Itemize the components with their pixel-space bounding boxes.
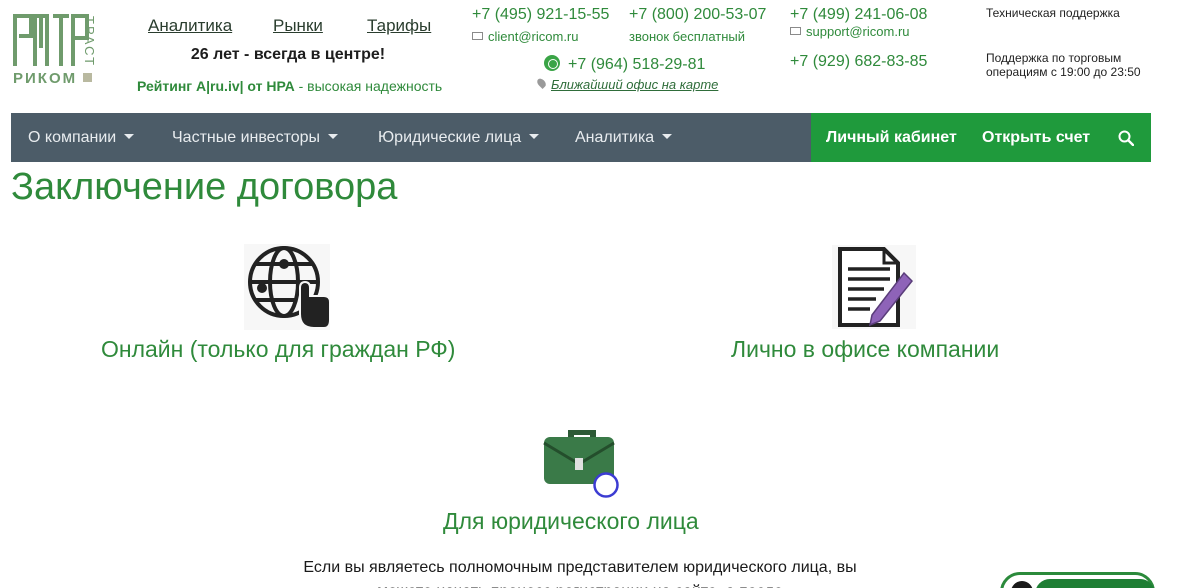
email-support[interactable]: support@ricom.ru: [790, 24, 910, 39]
nav-analytics-label: Аналитика: [575, 129, 655, 146]
main-navbar: О компании Частные инвесторы Юридические…: [11, 113, 1151, 162]
trade-support-line-1: Поддержка по торговым: [986, 51, 1122, 65]
nav-about-label: О компании: [28, 129, 117, 146]
rating-value: Рейтинг A|ru.iv| от НРА: [137, 78, 295, 94]
whatsapp-icon: [544, 55, 560, 71]
rating-line[interactable]: Рейтинг A|ru.iv| от НРА - высокая надежн…: [137, 78, 442, 94]
card-legal-link[interactable]: Для юридического лица: [443, 508, 699, 535]
caret-down-icon: [662, 134, 673, 139]
map-pin-icon: [535, 76, 548, 90]
email-client-text: client@ricom.ru: [488, 29, 579, 44]
globe-touch-icon[interactable]: [244, 244, 330, 330]
phone-whatsapp-text: +7 (964) 518-29-81: [568, 56, 706, 73]
phone-free-note: звонок бесплатный: [629, 29, 745, 44]
email-support-text: support@ricom.ru: [806, 24, 910, 39]
nav-legal-entities-label: Юридические лица: [378, 129, 522, 146]
phone-trade[interactable]: +7 (929) 682-83-85: [790, 53, 927, 71]
site-header: ТРАСТ РИКОМ Аналитика Рынки Тарифы 26 ле…: [0, 0, 1198, 113]
briefcase-icon[interactable]: [542, 424, 622, 500]
nav-analytics[interactable]: Аналитика: [575, 113, 673, 162]
card-online-link[interactable]: Онлайн (только для граждан РФ): [101, 336, 455, 363]
caret-down-icon: [529, 134, 540, 139]
mail-icon: [472, 32, 483, 40]
nav-private-investors-label: Частные инвесторы: [172, 129, 321, 146]
caret-down-icon: [124, 134, 135, 139]
phone-support[interactable]: +7 (499) 241-06-08: [790, 6, 927, 24]
intro-text: Если вы являетесь полномочным представит…: [303, 559, 857, 588]
nav-account-area: Личный кабинет Открыть счет: [811, 113, 1151, 162]
logo-side-text: ТРАСТ: [82, 16, 97, 67]
open-account-button[interactable]: Открыть счет: [982, 113, 1090, 162]
trade-support-label: Поддержка по торговым операциям с 19:00 …: [986, 51, 1141, 79]
logo-wordmark: РИКОМ: [13, 70, 78, 87]
trade-support-line-2: операциям с 19:00 до 23:50: [986, 65, 1141, 79]
document-pen-icon[interactable]: [832, 245, 916, 329]
nav-about[interactable]: О компании: [28, 113, 135, 162]
office-map-link[interactable]: Ближайший офис на карте: [551, 77, 718, 92]
search-icon[interactable]: [1118, 130, 1134, 146]
card-office-link[interactable]: Лично в офисе компании: [731, 336, 999, 363]
phone-moscow[interactable]: +7 (495) 921-15-55: [472, 6, 609, 24]
mail-icon: [790, 27, 801, 35]
chat-widget[interactable]: [1000, 572, 1155, 588]
office-map[interactable]: Ближайший офис на карте: [535, 76, 718, 92]
caret-down-icon: [328, 134, 339, 139]
phone-whatsapp[interactable]: +7 (964) 518-29-81: [544, 53, 705, 74]
chat-avatar: [1011, 581, 1033, 588]
logo-square: [83, 73, 92, 82]
slogan: 26 лет - всегда в центре!: [190, 46, 386, 63]
nav-private-investors[interactable]: Частные инвесторы: [172, 113, 339, 162]
phone-free[interactable]: +7 (800) 200-53-07: [629, 6, 766, 24]
nav-legal-entities[interactable]: Юридические лица: [378, 113, 540, 162]
email-client[interactable]: client@ricom.ru: [472, 29, 579, 44]
tech-support-label: Техническая поддержка: [986, 6, 1120, 20]
page-title: Заключение договора: [11, 166, 398, 208]
top-nav-tariffs[interactable]: Тарифы: [367, 16, 431, 36]
top-nav-markets[interactable]: Рынки: [273, 16, 323, 36]
personal-cabinet-button[interactable]: Личный кабинет: [826, 113, 957, 162]
chat-button[interactable]: [1035, 579, 1155, 588]
top-nav-analytics[interactable]: Аналитика: [148, 16, 232, 36]
rating-note: - высокая надежность: [294, 78, 443, 94]
